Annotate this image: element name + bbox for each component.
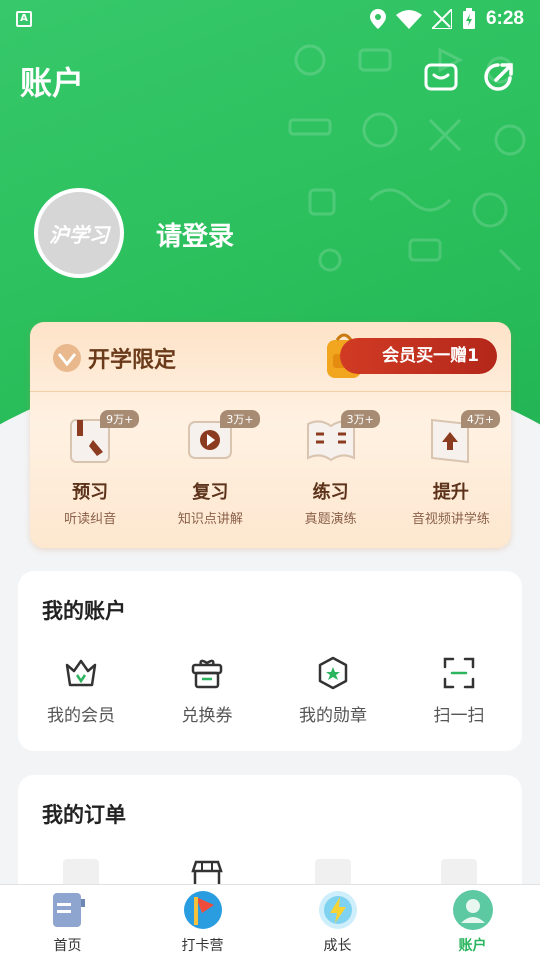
promo-count: 3万+ <box>220 410 260 428</box>
tab-label: 首页 <box>53 938 82 954</box>
tab-label: 打卡营 <box>181 938 224 954</box>
promo-title: 开学限定 <box>88 348 177 373</box>
app-notification-icon: A <box>16 11 32 27</box>
promo-item-improve[interactable]: 4万+ 提升 音视频讲学练 <box>391 406 511 527</box>
my-account-card: 我的账户 我的会员 兑换券 我的勋章 扫一扫 <box>18 571 522 751</box>
promo-item-name: 预习 <box>72 482 109 503</box>
promo-count: 9万+ <box>100 410 140 428</box>
promo-header: 开学限定 会员买一赠1 <box>30 322 511 392</box>
scan-icon <box>443 657 475 689</box>
coupon-button[interactable]: 兑换券 <box>144 655 270 726</box>
checkin-flag-icon <box>183 891 222 929</box>
section-title: 我的订单 <box>42 803 126 827</box>
promo-item-sub: 听读纠音 <box>64 512 117 527</box>
crown-icon <box>65 659 97 687</box>
promo-banner[interactable]: 开学限定 会员买一赠1 9万+ 预习 听读纠音 3万+ 复习 知识点讲解 3万+… <box>30 322 511 548</box>
account-avatar-icon <box>452 890 493 930</box>
gift-box-icon <box>191 659 223 689</box>
promo-item-name: 复习 <box>192 482 229 503</box>
home-notebook-icon <box>52 893 85 927</box>
promo-count: 3万+ <box>340 410 380 428</box>
account-item-label: 我的会员 <box>47 706 115 726</box>
promo-item-review[interactable]: 3万+ 复习 知识点讲解 <box>150 406 270 527</box>
growth-bolt-icon <box>318 891 357 929</box>
membership-button[interactable]: 我的会员 <box>18 655 144 726</box>
message-icon[interactable] <box>424 60 458 94</box>
avatar[interactable]: 沪学习 <box>34 188 124 278</box>
location-icon <box>369 9 386 29</box>
tab-growth[interactable]: 成长 <box>270 885 405 960</box>
promo-item-preview[interactable]: 9万+ 预习 听读纠音 <box>30 406 150 527</box>
page-title: 账户 <box>20 64 85 102</box>
promo-item-sub: 真题演练 <box>304 512 357 527</box>
scan-button[interactable]: 扫一扫 <box>396 655 522 726</box>
status-bar: A 6:28 <box>0 0 540 38</box>
share-icon[interactable] <box>482 60 516 94</box>
account-item-label: 我的勋章 <box>299 706 367 726</box>
promo-item-name: 练习 <box>312 482 349 503</box>
tab-home[interactable]: 首页 <box>0 885 135 960</box>
medal-icon <box>318 656 348 690</box>
account-item-label: 扫一扫 <box>433 706 485 726</box>
section-title: 我的账户 <box>42 599 126 623</box>
login-link[interactable]: 请登录 <box>156 216 234 253</box>
promo-badge[interactable]: 会员买一赠1 <box>340 338 497 374</box>
tab-checkin[interactable]: 打卡营 <box>135 885 270 960</box>
crown-badge-icon <box>53 344 81 372</box>
tab-label: 成长 <box>323 938 352 954</box>
promo-item-sub: 知识点讲解 <box>177 512 243 527</box>
promo-item-name: 提升 <box>432 482 469 503</box>
battery-charging-icon <box>462 8 475 29</box>
account-item-label: 兑换券 <box>181 706 233 726</box>
promo-count: 4万+ <box>460 410 501 428</box>
tab-label: 账户 <box>458 938 487 954</box>
wifi-icon <box>395 10 422 29</box>
promo-item-sub: 音视频讲学练 <box>411 512 490 527</box>
signal-off-icon <box>431 9 452 29</box>
clock: 6:28 <box>485 8 524 29</box>
tab-account[interactable]: 账户 <box>405 885 540 960</box>
promo-item-practice[interactable]: 3万+ 练习 真题演练 <box>271 406 391 527</box>
medal-button[interactable]: 我的勋章 <box>270 655 396 726</box>
bottom-tab-bar: 首页 打卡营 成长 账户 <box>0 884 540 960</box>
